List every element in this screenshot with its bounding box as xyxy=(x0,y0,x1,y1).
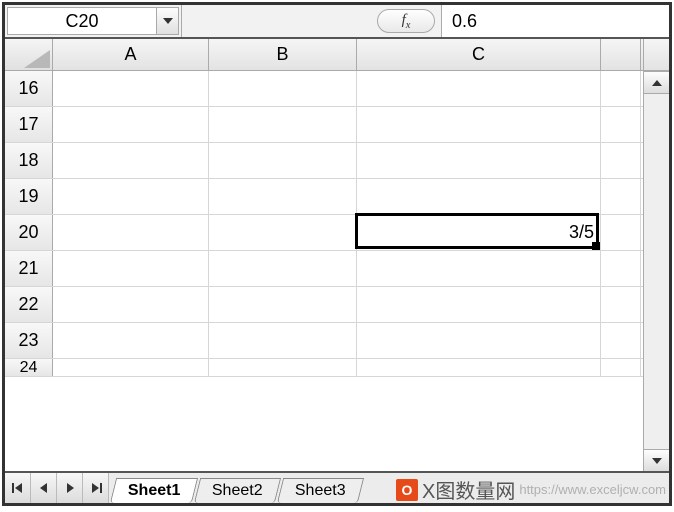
column-header-a[interactable]: A xyxy=(53,39,209,70)
row-header[interactable]: 18 xyxy=(5,143,53,178)
cell-b[interactable] xyxy=(209,179,357,214)
sheet-tab-label: Sheet3 xyxy=(295,482,346,500)
nav-first-icon xyxy=(12,482,24,494)
column-header-c[interactable]: C xyxy=(357,39,601,70)
formula-bar: C20 fx 0.6 xyxy=(5,5,669,39)
nav-next-icon xyxy=(64,482,76,494)
cell-b[interactable] xyxy=(209,107,357,142)
watermark: O X图数量网 https://www.exceljcw.com xyxy=(396,475,666,504)
cell-d[interactable] xyxy=(601,143,641,178)
cell-c[interactable] xyxy=(357,287,601,322)
row-header[interactable]: 24 xyxy=(5,359,53,376)
row-header[interactable]: 16 xyxy=(5,71,53,106)
sheet-tab[interactable]: Sheet3 xyxy=(277,478,364,503)
rows-container: 1617181920 3/5 21222324 xyxy=(5,71,643,471)
name-box-wrap: C20 xyxy=(5,5,182,37)
cell-c[interactable] xyxy=(357,143,601,178)
formula-input[interactable]: 0.6 xyxy=(442,5,669,37)
watermark-main: X图数量网 xyxy=(422,475,515,504)
cell-d[interactable] xyxy=(601,179,641,214)
scroll-down-button[interactable] xyxy=(644,449,669,471)
cell-d[interactable] xyxy=(601,323,641,358)
nav-last-icon xyxy=(90,482,102,494)
row-header[interactable]: 22 xyxy=(5,287,53,322)
cell-c[interactable]: 3/5 xyxy=(357,215,601,250)
cell-d[interactable] xyxy=(601,287,641,322)
cell-c[interactable] xyxy=(357,107,601,142)
cell-c[interactable] xyxy=(357,179,601,214)
nav-prev-button[interactable] xyxy=(31,473,57,503)
table-row: 17 xyxy=(5,107,643,143)
sheet-tab-label: Sheet2 xyxy=(212,482,263,500)
table-row: 18 xyxy=(5,143,643,179)
sheet-tab[interactable]: Sheet2 xyxy=(194,478,281,503)
table-row: 20 3/5 xyxy=(5,215,643,251)
table-row: 22 xyxy=(5,287,643,323)
fx-button[interactable]: fx xyxy=(377,9,435,33)
cell-a[interactable] xyxy=(53,323,209,358)
table-row: 16 xyxy=(5,71,643,107)
fx-label: fx xyxy=(402,12,411,31)
chevron-up-icon xyxy=(652,80,662,86)
cell-a[interactable] xyxy=(53,359,209,376)
scroll-up-button[interactable] xyxy=(644,71,669,93)
table-row: 23 xyxy=(5,323,643,359)
cell-a[interactable] xyxy=(53,215,209,250)
column-headers: A B C xyxy=(5,39,643,71)
cell-c[interactable] xyxy=(357,251,601,286)
cell-a[interactable] xyxy=(53,179,209,214)
sheet-tab-label: Sheet1 xyxy=(128,482,180,500)
row-header[interactable]: 17 xyxy=(5,107,53,142)
chevron-down-icon xyxy=(163,18,173,24)
nav-prev-icon xyxy=(38,482,50,494)
cell-d[interactable] xyxy=(601,215,641,250)
cell-a[interactable] xyxy=(53,287,209,322)
nav-last-button[interactable] xyxy=(83,473,109,503)
table-row: 21 xyxy=(5,251,643,287)
cell-a[interactable] xyxy=(53,143,209,178)
fx-area: fx xyxy=(182,5,442,37)
cell-d[interactable] xyxy=(601,359,641,376)
chevron-down-icon xyxy=(652,458,662,464)
scrollbar-header-gap xyxy=(644,39,669,71)
cell-b[interactable] xyxy=(209,287,357,322)
row-header[interactable]: 19 xyxy=(5,179,53,214)
scroll-track[interactable] xyxy=(644,93,669,449)
table-row: 19 xyxy=(5,179,643,215)
cell-c[interactable] xyxy=(357,359,601,376)
row-header[interactable]: 23 xyxy=(5,323,53,358)
nav-next-button[interactable] xyxy=(57,473,83,503)
cell-c[interactable] xyxy=(357,323,601,358)
table-row: 24 xyxy=(5,359,643,377)
excel-window: C20 fx 0.6 A B C 1617181920 3/5 21222324 xyxy=(2,2,672,506)
cell-d[interactable] xyxy=(601,251,641,286)
cell-d[interactable] xyxy=(601,107,641,142)
cell-d[interactable] xyxy=(601,71,641,106)
column-header-b[interactable]: B xyxy=(209,39,357,70)
name-box[interactable]: C20 xyxy=(7,7,157,35)
row-header[interactable]: 20 xyxy=(5,215,53,250)
cell-b[interactable] xyxy=(209,251,357,286)
cell-b[interactable] xyxy=(209,143,357,178)
cell-c[interactable] xyxy=(357,71,601,106)
grid-main: A B C 1617181920 3/5 21222324 xyxy=(5,39,643,471)
watermark-url: https://www.exceljcw.com xyxy=(519,482,666,497)
column-header-partial[interactable] xyxy=(601,39,641,70)
watermark-logo: O xyxy=(396,479,418,501)
cell-b[interactable] xyxy=(209,359,357,376)
select-all-corner[interactable] xyxy=(5,39,53,70)
cell-b[interactable] xyxy=(209,215,357,250)
cell-b[interactable] xyxy=(209,323,357,358)
grid-area: A B C 1617181920 3/5 21222324 xyxy=(5,39,669,471)
cell-a[interactable] xyxy=(53,71,209,106)
cell-a[interactable] xyxy=(53,107,209,142)
row-header[interactable]: 21 xyxy=(5,251,53,286)
cell-a[interactable] xyxy=(53,251,209,286)
name-box-dropdown[interactable] xyxy=(157,7,179,35)
sheet-tab[interactable]: Sheet1 xyxy=(110,478,199,503)
nav-first-button[interactable] xyxy=(5,473,31,503)
cell-b[interactable] xyxy=(209,71,357,106)
vertical-scrollbar[interactable] xyxy=(643,39,669,471)
